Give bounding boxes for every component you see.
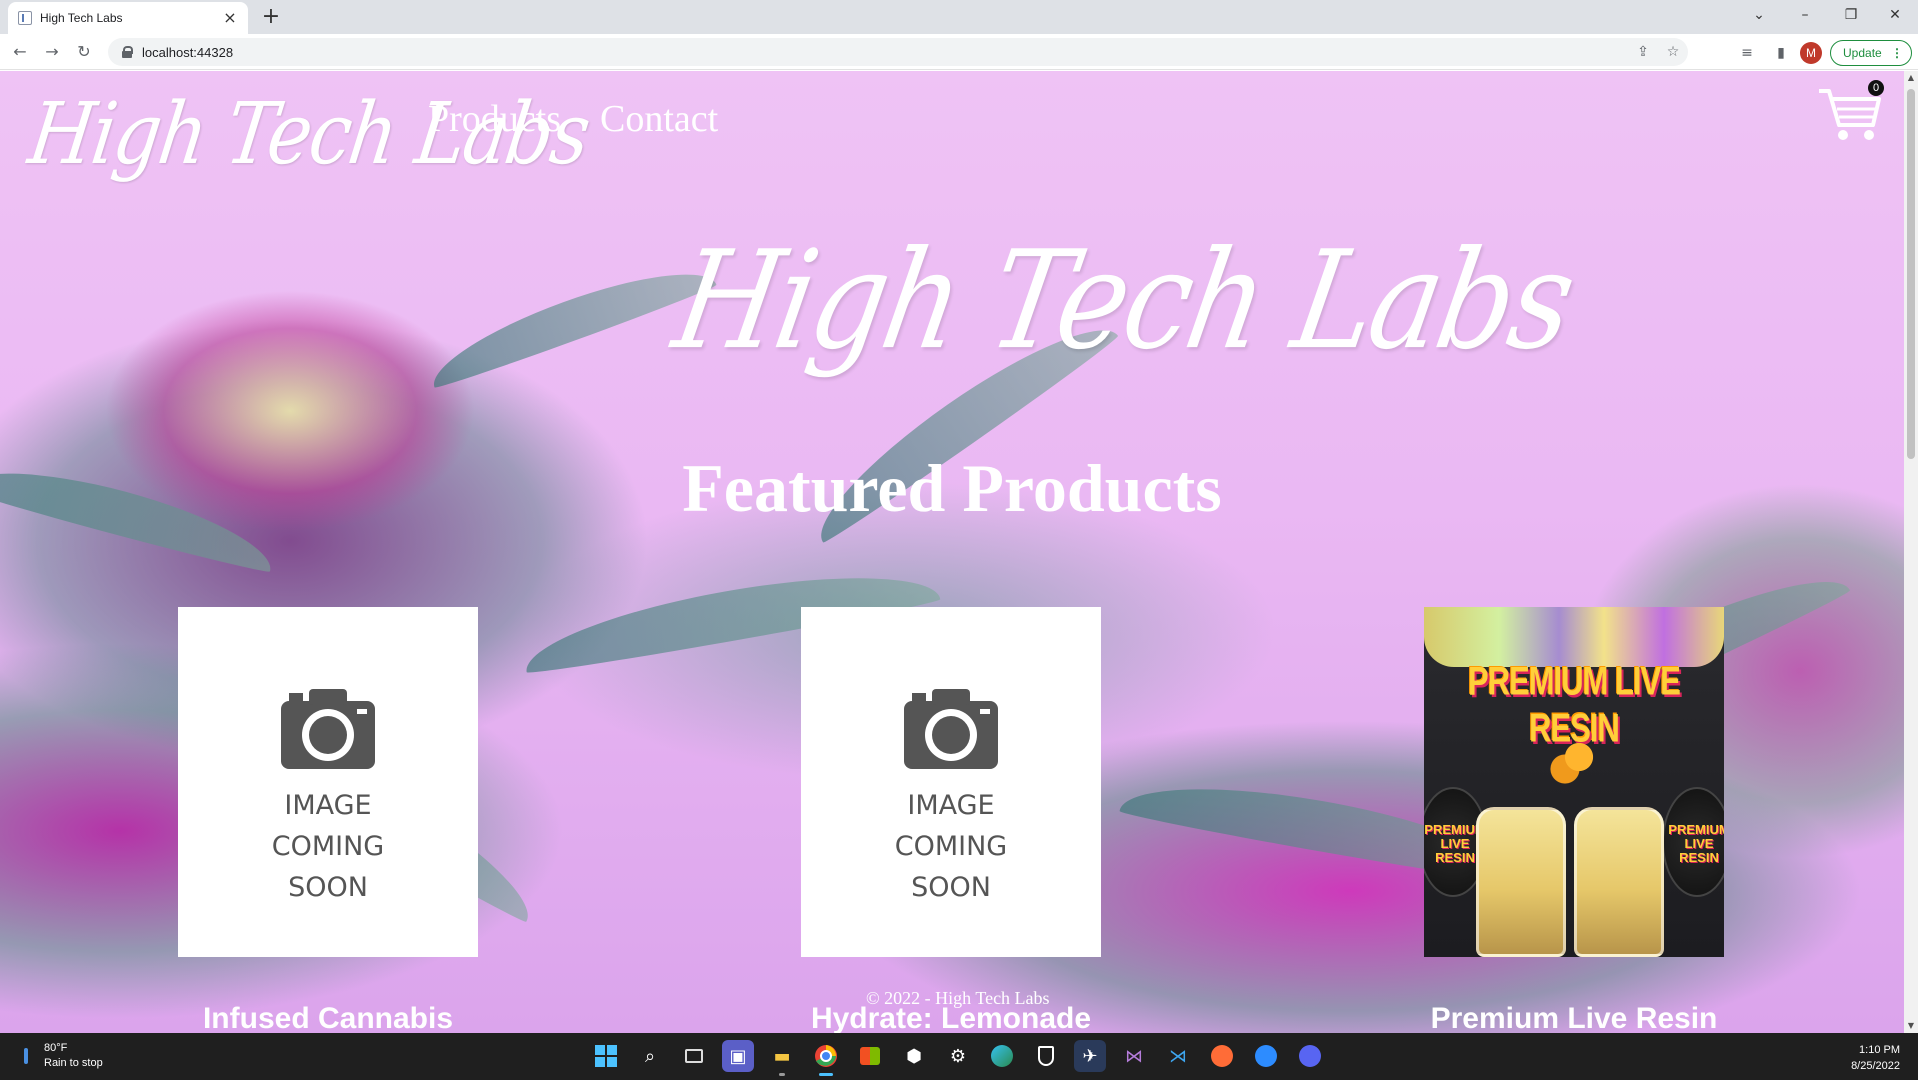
system-clock[interactable]: 1:10 PM 8/25/2022: [1851, 1042, 1900, 1074]
reload-button[interactable]: ↻: [72, 40, 96, 64]
product-title-infused-cannabis[interactable]: Infused Cannabis: [178, 1002, 478, 1033]
product-image-premium-live-resin[interactable]: PREMIUM LIVE RESIN PREMIUM LIVE RESIN PR…: [1424, 607, 1724, 957]
tab-close-button[interactable]: ×: [222, 10, 238, 26]
minimize-button[interactable]: –: [1782, 0, 1828, 34]
edge-icon[interactable]: [986, 1040, 1018, 1072]
browser-tab[interactable]: High Tech Labs ×: [8, 2, 248, 34]
placeholder-text: IMAGE COMING SOON: [894, 790, 1008, 903]
resin-jar-left: [1476, 807, 1566, 957]
back-button[interactable]: ←: [8, 40, 32, 64]
github-icon[interactable]: ⬢: [898, 1040, 930, 1072]
update-label: Update: [1843, 46, 1882, 60]
bitwarden-icon[interactable]: [1030, 1040, 1062, 1072]
clock-date: 8/25/2022: [1851, 1060, 1900, 1072]
browser-tab-strip: High Tech Labs × + ⌄ – ❐ ✕: [0, 0, 1918, 34]
browser-toolbar: ← → ↻ localhost:44328 ⇪ ☆ ≡ ▮ M Update ⋮: [0, 34, 1918, 70]
file-explorer-icon[interactable]: ▬: [766, 1040, 798, 1076]
lid-label-text: PREMIUM LIVE RESIN: [1668, 822, 1724, 865]
discord-icon[interactable]: [1294, 1040, 1326, 1072]
side-panel-icon[interactable]: ▮: [1770, 42, 1792, 64]
weather-widget[interactable]: 80°F Rain to stop: [22, 1041, 103, 1071]
hero-title: High Tech Labs: [664, 220, 1584, 380]
share-icon[interactable]: ⇪: [1628, 44, 1658, 60]
scrollbar-thumb[interactable]: [1907, 89, 1915, 459]
page-scrollbar[interactable]: ▲ ▼: [1904, 71, 1918, 1033]
tab-search-icon[interactable]: ⌄: [1736, 0, 1782, 34]
update-button[interactable]: Update ⋮: [1830, 40, 1912, 66]
favicon-icon: [18, 11, 32, 25]
product-image-hydrate-lemonade[interactable]: IMAGE COMING SOON: [801, 607, 1101, 957]
task-view-icon[interactable]: [678, 1040, 710, 1072]
close-window-button[interactable]: ✕: [1872, 0, 1918, 34]
bookmark-star-icon[interactable]: ☆: [1658, 44, 1688, 60]
camera-icon: [904, 689, 998, 769]
lock-icon: [122, 46, 133, 58]
settings-icon[interactable]: ⚙: [942, 1040, 974, 1072]
tab-title: High Tech Labs: [40, 11, 123, 25]
image-coming-soon-placeholder: IMAGE COMING SOON: [801, 607, 1101, 957]
store-icon[interactable]: [854, 1040, 886, 1072]
url-text[interactable]: localhost:44328: [142, 45, 1628, 60]
jar-lid-right: PREMIUM LIVE RESIN: [1662, 787, 1724, 897]
product-title-premium-live-resin[interactable]: Premium Live Resin: [1424, 1002, 1724, 1033]
windows-taskbar: 80°F Rain to stop ⌕ ▣ ▬ ⬢ ⚙ ✈ ⋈ ⋊ 1:10 P…: [0, 1033, 1918, 1080]
featured-products-heading: Featured Products: [682, 450, 1222, 526]
vscode-icon[interactable]: ⋊: [1162, 1040, 1194, 1072]
windows-icon[interactable]: [590, 1040, 622, 1072]
teams-chat-icon[interactable]: ▣: [722, 1040, 754, 1072]
nav-products-link[interactable]: Products: [428, 97, 561, 141]
clock-time: 1:10 PM: [1859, 1044, 1900, 1056]
profile-avatar[interactable]: M: [1800, 42, 1822, 64]
weather-temp: 80°F: [44, 1042, 68, 1054]
scroll-up-arrow-icon[interactable]: ▲: [1904, 71, 1918, 85]
menu-dots-icon: ⋮: [1891, 46, 1903, 60]
restore-button[interactable]: ❐: [1828, 0, 1874, 34]
chrome-icon[interactable]: [810, 1040, 842, 1076]
taskbar-app-icons: ⌕ ▣ ▬ ⬢ ⚙ ✈ ⋈ ⋊: [590, 1040, 1338, 1076]
forward-button[interactable]: →: [40, 40, 64, 64]
reading-list-icon[interactable]: ≡: [1736, 42, 1758, 64]
ssms-icon[interactable]: ✈: [1074, 1040, 1106, 1072]
placeholder-text: IMAGE COMING SOON: [271, 790, 385, 903]
postman-icon[interactable]: [1206, 1040, 1238, 1072]
search-icon[interactable]: ⌕: [634, 1040, 666, 1072]
page-viewport: High Tech Labs Products Contact 0 High T…: [0, 71, 1904, 1033]
footer-copyright: © 2022 - High Tech Labs: [866, 988, 1050, 1008]
rain-icon: [22, 1046, 30, 1066]
honeycomb-graphic: [1544, 727, 1614, 787]
cart-count-badge: 0: [1868, 80, 1884, 96]
scroll-down-arrow-icon[interactable]: ▼: [1904, 1019, 1918, 1033]
resin-jar-right: [1574, 807, 1664, 957]
address-bar[interactable]: localhost:44328 ⇪ ☆: [108, 38, 1688, 66]
product-image-infused-cannabis[interactable]: IMAGE COMING SOON: [178, 607, 478, 957]
weather-desc: Rain to stop: [44, 1057, 103, 1069]
visual-studio-icon[interactable]: ⋈: [1118, 1040, 1150, 1072]
new-tab-button[interactable]: +: [258, 4, 284, 30]
image-coming-soon-placeholder: IMAGE COMING SOON: [178, 607, 478, 957]
zoom-icon[interactable]: [1250, 1040, 1282, 1072]
nav-contact-link[interactable]: Contact: [600, 97, 718, 141]
camera-icon: [281, 689, 375, 769]
